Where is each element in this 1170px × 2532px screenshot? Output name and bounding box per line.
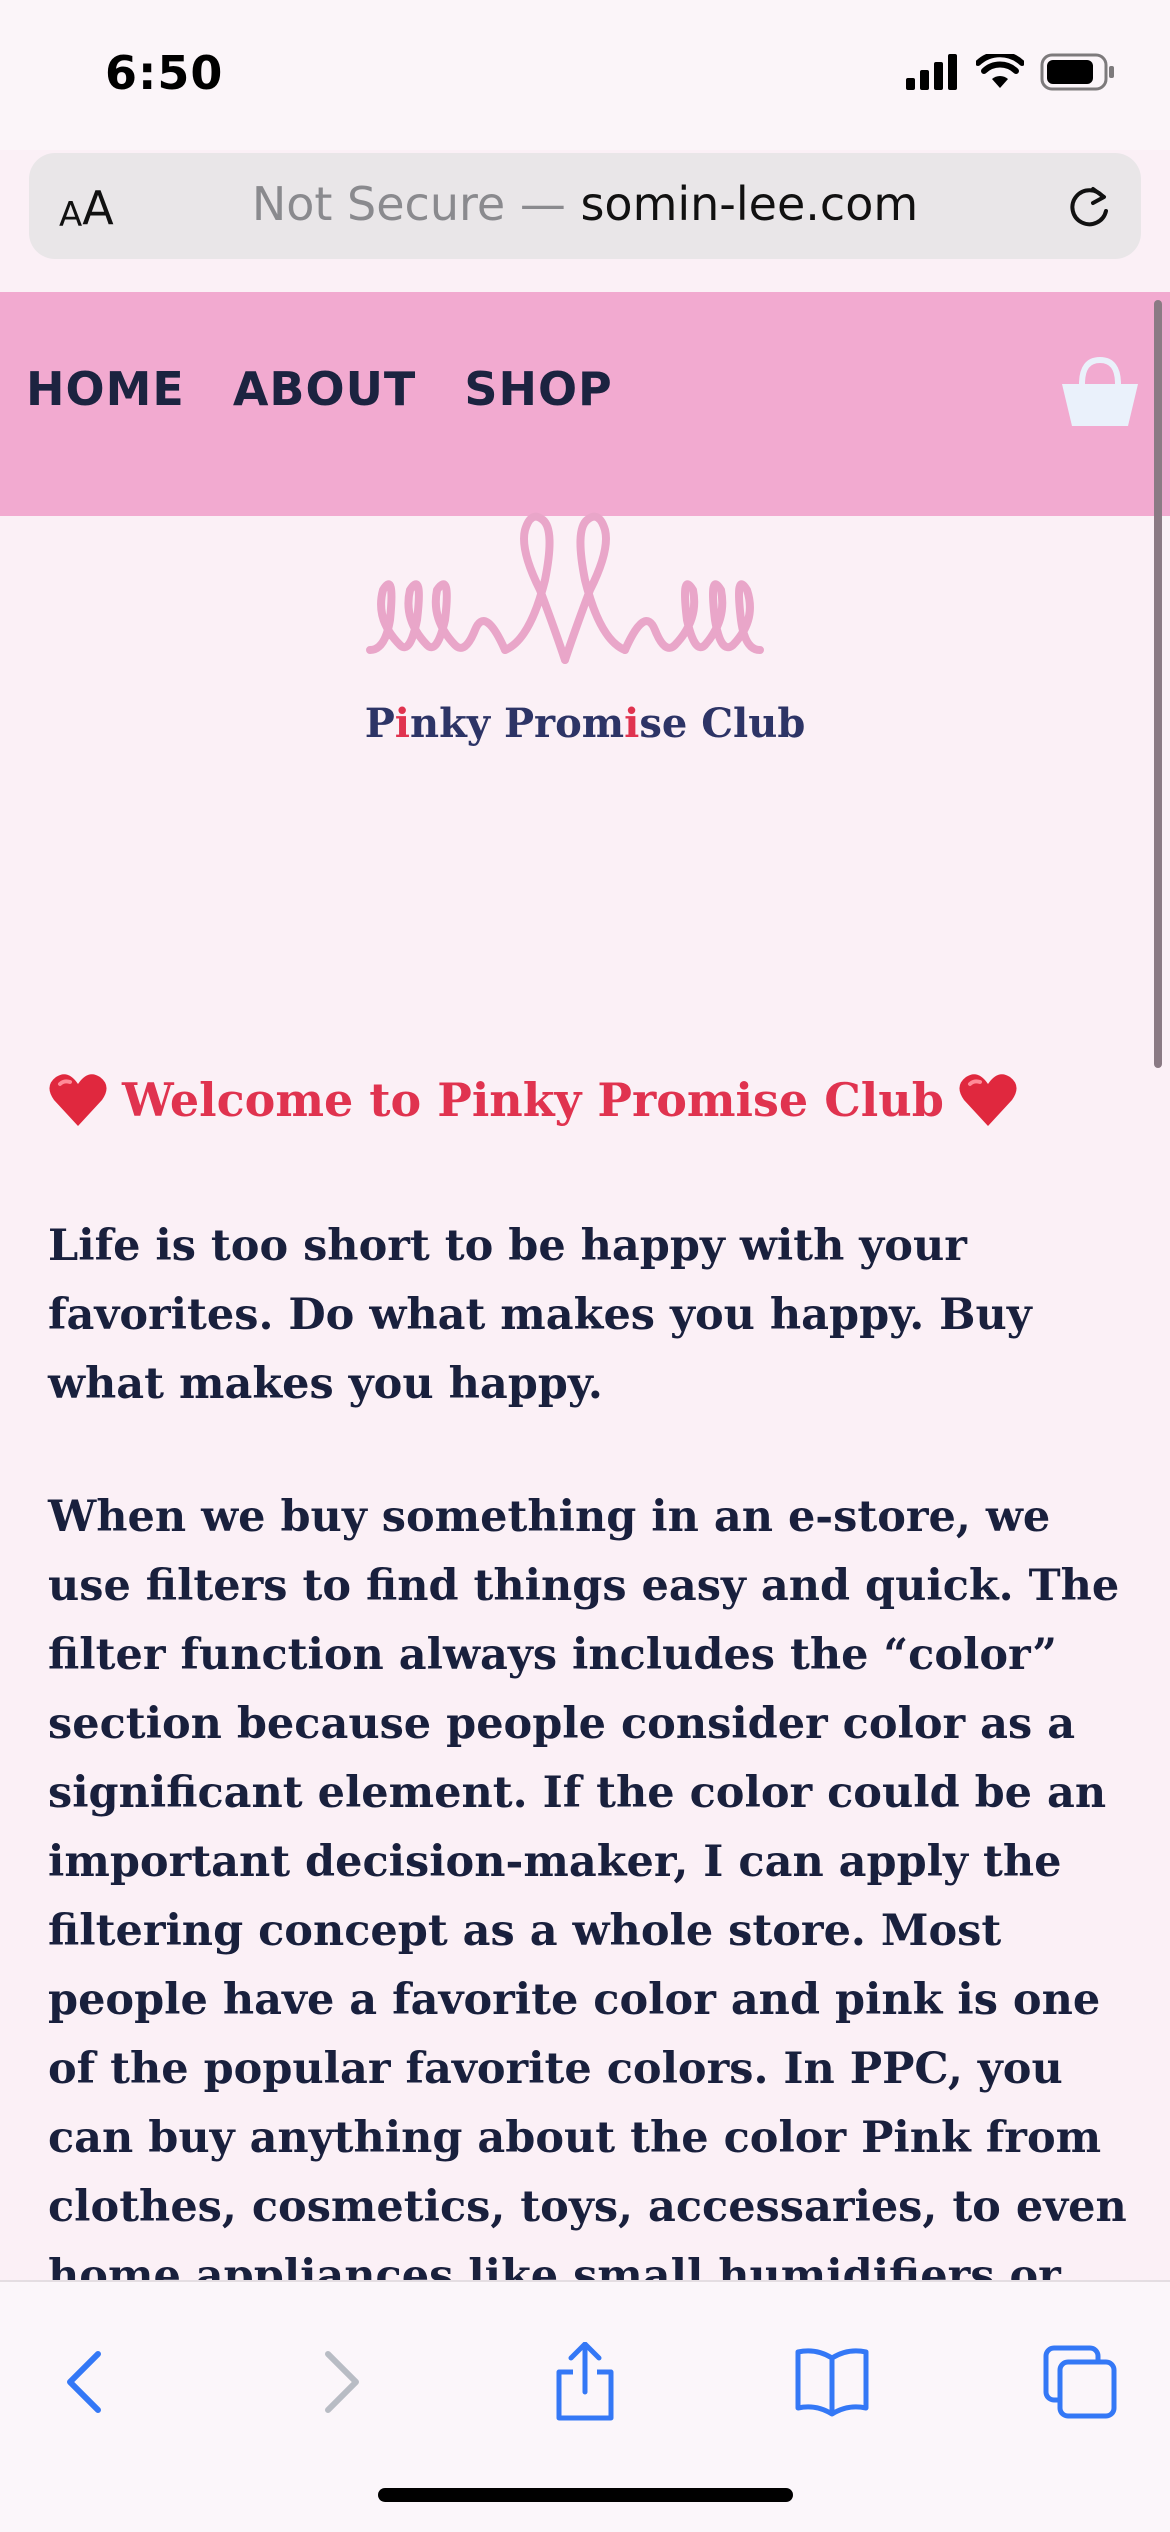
logo-text-accent-i: i: [394, 700, 410, 747]
bookmarks-icon[interactable]: [792, 2342, 872, 2422]
status-bar: 6:50: [0, 0, 1170, 150]
logo-text-part: se Club: [639, 700, 806, 747]
welcome-text: Welcome to Pinky Promise Club: [122, 1073, 944, 1127]
forward-icon[interactable]: [300, 2342, 380, 2422]
reload-icon[interactable]: [1063, 181, 1115, 233]
main-content: Welcome to Pinky Promise Club Life is to…: [48, 1072, 1128, 2370]
logo-wordmark: Pinky Promise Club: [0, 700, 1170, 747]
nav-link-shop[interactable]: SHOP: [464, 362, 612, 416]
intro-paragraph: Life is too short to be happy with your …: [48, 1221, 1032, 1409]
site-nav: HOME ABOUT SHOP: [0, 292, 1170, 516]
logo-text-part: P: [364, 700, 395, 747]
tabs-icon[interactable]: [1040, 2342, 1120, 2422]
cellular-signal-icon: [906, 54, 957, 90]
share-icon[interactable]: [545, 2342, 625, 2422]
home-indicator: [378, 2488, 793, 2502]
back-icon[interactable]: [46, 2342, 126, 2422]
description-paragraph: When we buy something in an e-store, we …: [48, 1492, 1127, 2370]
address-bar[interactable]: AA Not Secure — somin-lee.com: [29, 153, 1141, 259]
pinky-promise-logo: [366, 512, 764, 664]
url-domain: somin-lee.com: [580, 177, 919, 231]
url-field[interactable]: Not Secure — somin-lee.com: [29, 177, 1141, 231]
heart-icon: [959, 1074, 1017, 1126]
url-security-prefix: Not Secure —: [251, 177, 581, 231]
logo-text-accent-i: i: [624, 700, 640, 747]
status-icons: [906, 52, 1116, 92]
heart-icon: [49, 1074, 107, 1126]
nav-link-about[interactable]: ABOUT: [233, 362, 417, 416]
logo-text-part: nky Prom: [409, 700, 625, 747]
nav-link-home[interactable]: HOME: [26, 362, 185, 416]
nav-links: HOME ABOUT SHOP: [26, 362, 613, 416]
scroll-indicator: [1154, 300, 1162, 1068]
battery-icon: [1040, 53, 1114, 91]
wifi-icon: [976, 54, 1024, 88]
welcome-heading: Welcome to Pinky Promise Club: [48, 1072, 1128, 1128]
shopping-bag-icon[interactable]: [1058, 350, 1142, 434]
status-time: 6:50: [105, 46, 224, 100]
